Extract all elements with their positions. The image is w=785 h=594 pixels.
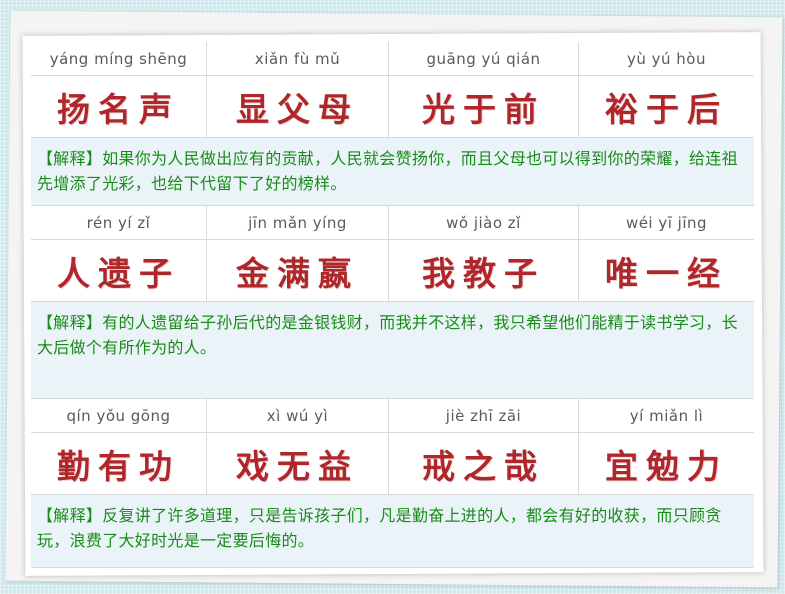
explanation-text: 如果你为人民做出应有的贡献，人民就会赞扬你，而且父母也可以得到你的荣耀，给连祖先… — [37, 149, 738, 193]
explanation-1: 【解释】如果你为人民做出应有的贡献，人民就会赞扬你，而且父母也可以得到你的荣耀，… — [31, 138, 754, 206]
hanzi-cell: 宜勉力 — [579, 433, 754, 495]
pinyin-cell: jīn mǎn yíng — [207, 206, 389, 240]
pinyin-cell: jiè zhī zāi — [389, 399, 579, 433]
pinyin-cell: yí miǎn lì — [579, 399, 754, 433]
hanzi-cell: 人遗子 — [31, 240, 207, 302]
hanzi-cell: 光于前 — [389, 76, 579, 138]
pinyin-cell: xiǎn fù mǔ — [207, 42, 389, 76]
explanation-3: 【解释】反复讲了许多道理，只是告诉孩子们，凡是勤奋上进的人，都会有好的收获，而只… — [31, 495, 754, 568]
hanzi-cell: 唯一经 — [579, 240, 754, 302]
explanation-tag: 【解释】 — [37, 149, 103, 168]
pinyin-cell: rén yí zǐ — [31, 206, 207, 240]
pinyin-cell: xì wú yì — [207, 399, 389, 433]
explanation-2: 【解释】有的人遗留给子孙后代的是金银钱财，而我并不这样，我只希望他们能精于读书学… — [31, 302, 754, 399]
pinyin-cell: wǒ jiào zǐ — [389, 206, 579, 240]
pinyin-cell: yáng míng shēng — [31, 42, 207, 76]
pinyin-cell: qín yǒu gōng — [31, 399, 207, 433]
explanation-tag: 【解释】 — [37, 313, 103, 332]
verse-block-3: qín yǒu gōng xì wú yì jiè zhī zāi yí miǎ… — [31, 399, 754, 495]
explanation-text: 有的人遗留给子孙后代的是金银钱财，而我并不这样，我只希望他们能精于读书学习，长大… — [37, 313, 738, 357]
pinyin-cell: yù yú hòu — [579, 42, 754, 76]
explanation-text: 反复讲了许多道理，只是告诉孩子们，凡是勤奋上进的人，都会有好的收获，而只顾贪玩，… — [37, 506, 722, 550]
pinyin-row: qín yǒu gōng xì wú yì jiè zhī zāi yí miǎ… — [31, 399, 754, 433]
pinyin-cell: guāng yú qián — [389, 42, 579, 76]
pinyin-cell: wéi yī jīng — [579, 206, 754, 240]
hanzi-cell: 我教子 — [389, 240, 579, 302]
verse-sheet: yáng míng shēng xiǎn fù mǔ guāng yú qián… — [31, 42, 754, 568]
hanzi-row: 勤有功 戏无益 戒之哉 宜勉力 — [31, 433, 754, 495]
hanzi-cell: 戒之哉 — [389, 433, 579, 495]
hanzi-cell: 裕于后 — [579, 76, 754, 138]
hanzi-cell: 金满嬴 — [207, 240, 389, 302]
hanzi-cell: 戏无益 — [207, 433, 389, 495]
hanzi-cell: 显父母 — [207, 76, 389, 138]
hanzi-cell: 勤有功 — [31, 433, 207, 495]
hanzi-row: 扬名声 显父母 光于前 裕于后 — [31, 76, 754, 138]
pinyin-row: rén yí zǐ jīn mǎn yíng wǒ jiào zǐ wéi yī… — [31, 206, 754, 240]
verse-block-2: rén yí zǐ jīn mǎn yíng wǒ jiào zǐ wéi yī… — [31, 206, 754, 302]
pinyin-row: yáng míng shēng xiǎn fù mǔ guāng yú qián… — [31, 42, 754, 76]
hanzi-row: 人遗子 金满嬴 我教子 唯一经 — [31, 240, 754, 302]
explanation-tag: 【解释】 — [37, 506, 103, 525]
hanzi-cell: 扬名声 — [31, 76, 207, 138]
verse-block-1: yáng míng shēng xiǎn fù mǔ guāng yú qián… — [31, 42, 754, 138]
